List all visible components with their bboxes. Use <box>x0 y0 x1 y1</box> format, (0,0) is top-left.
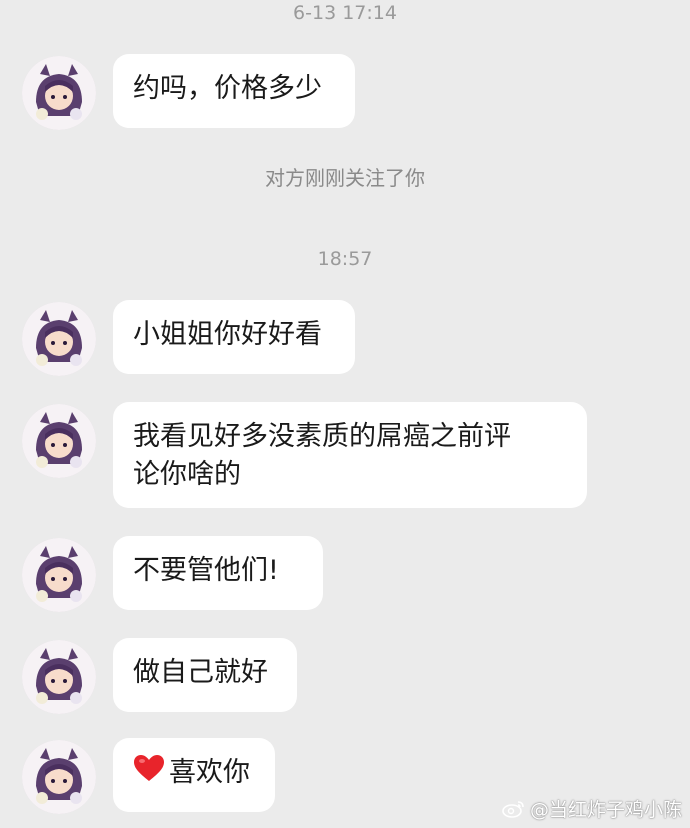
message-text: 小姐姐你好好看 <box>133 319 322 350</box>
message-text: 不要管他们! <box>133 555 279 586</box>
message-text: 喜欢你 <box>169 757 250 788</box>
anime-avatar-icon[interactable] <box>22 740 96 814</box>
timestamp: 18:57 <box>317 248 373 270</box>
message-bubble[interactable]: 喜欢你 <box>113 738 275 812</box>
anime-avatar-icon[interactable] <box>22 56 96 130</box>
weibo-logo-icon <box>502 799 526 819</box>
anime-avatar-icon[interactable] <box>22 302 96 376</box>
message-text: 做自己就好 <box>133 657 268 688</box>
message-bubble[interactable]: 约吗，价格多少 <box>113 54 355 128</box>
chat-thread: 6-13 17:14 约吗，价格多少 对方刚刚关注了你 18:57 小姐姐你好好… <box>0 0 690 828</box>
message-bubble[interactable]: 做自己就好 <box>113 638 297 712</box>
message-text-line: 我看见好多没素质的屌癌之前评 <box>133 421 511 452</box>
anime-avatar-icon[interactable] <box>22 404 96 478</box>
message-bubble[interactable]: 我看见好多没素质的屌癌之前评 论你啥的 <box>113 402 587 508</box>
message-text-line: 论你啥的 <box>133 459 241 490</box>
follow-notice: 对方刚刚关注了你 <box>265 166 425 190</box>
weibo-watermark: @当红炸子鸡小陈 <box>502 795 682 822</box>
watermark-text: @当红炸子鸡小陈 <box>529 799 682 821</box>
timestamp: 6-13 17:14 <box>293 2 397 24</box>
message-text: 约吗，价格多少 <box>133 73 322 104</box>
anime-avatar-icon[interactable] <box>22 640 96 714</box>
anime-avatar-icon[interactable] <box>22 538 96 612</box>
heart-icon <box>133 754 165 793</box>
message-bubble[interactable]: 不要管他们! <box>113 536 323 610</box>
message-bubble[interactable]: 小姐姐你好好看 <box>113 300 355 374</box>
